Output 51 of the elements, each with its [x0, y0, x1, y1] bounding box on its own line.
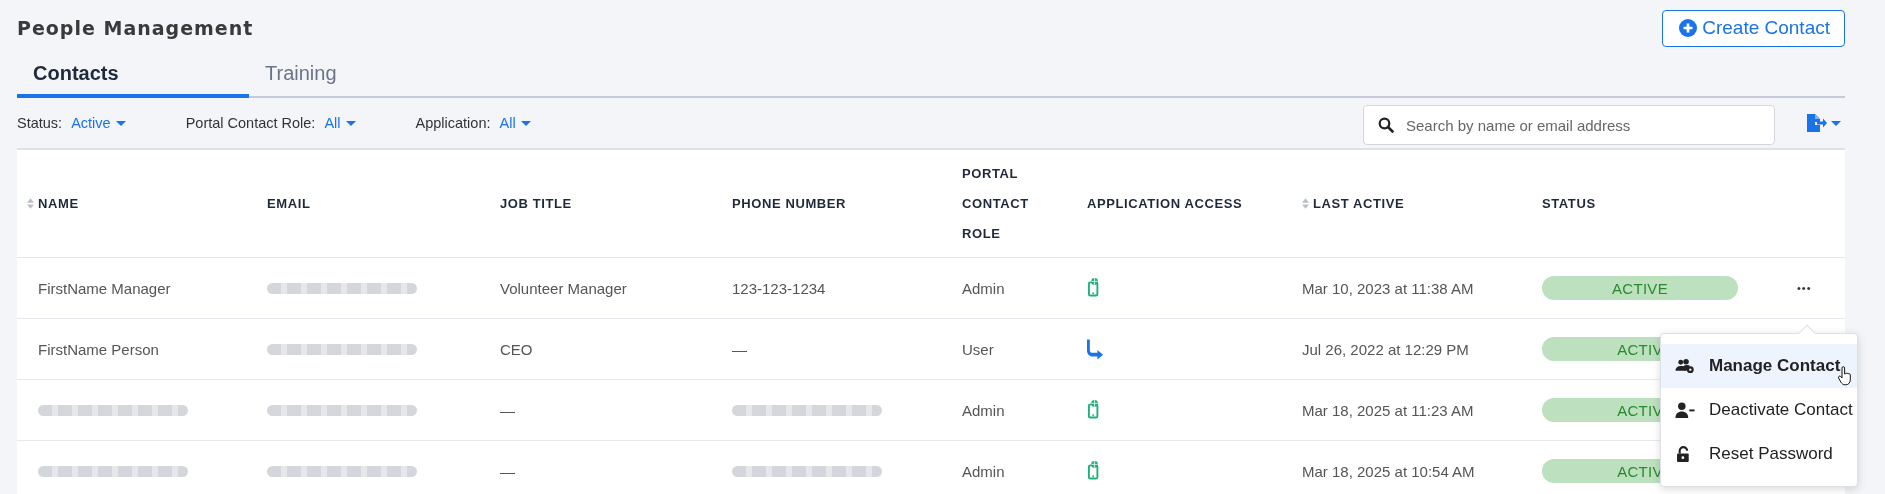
table-cell: 123-123-1234 [732, 279, 826, 297]
table-cell: FirstName Person [38, 340, 159, 358]
table-cell: — [500, 401, 515, 419]
table-cell: User [962, 340, 994, 358]
table-cell: Jul 26, 2022 at 12:29 PM [1302, 340, 1469, 358]
sort-icon[interactable] [1302, 198, 1309, 209]
sort-icon[interactable] [27, 198, 34, 209]
curved-arrow-icon [1087, 338, 1104, 360]
filter-label: Portal Contact Role: [185, 115, 316, 131]
table-cell: Mar 18, 2025 at 10:54 AM [1302, 462, 1475, 480]
menu-item[interactable]: Manage Contact [1661, 344, 1857, 388]
table-cell: — [500, 462, 515, 480]
caret-icon [1831, 120, 1841, 126]
column-header: PHONE NUMBER [732, 194, 847, 213]
search-field[interactable]: Search by name or email address [1363, 105, 1775, 145]
users-gear-icon [1675, 357, 1695, 375]
tab[interactable]: Contacts [17, 52, 249, 98]
plus-circle-icon [1679, 19, 1698, 37]
filter-dropdown[interactable]: All [324, 115, 356, 131]
table-cell: Admin [962, 462, 1005, 480]
search-icon [1378, 117, 1394, 133]
user-minus-icon [1675, 401, 1695, 419]
page-title: People Management [17, 17, 254, 39]
filter-label: Status: [17, 115, 63, 131]
export-button[interactable] [1805, 113, 1841, 133]
table-cell: Volunteer Manager [500, 279, 627, 297]
filter-label: Application: [415, 115, 491, 131]
more-button[interactable]: ••• [1797, 282, 1812, 294]
table-cell: CEO [500, 340, 533, 358]
column-header: APPLICATION ACCESS [1087, 194, 1243, 213]
table-cell: — [732, 340, 747, 358]
table-cell: Mar 18, 2025 at 11:23 AM [1302, 401, 1474, 419]
column-header: LAST ACTIVE [1313, 194, 1405, 213]
caret-icon [115, 120, 126, 126]
status-badge: ACTIVE [1542, 276, 1738, 300]
column-header: PORTAL CONTACT ROLE [962, 164, 1030, 243]
filter-dropdown[interactable]: Active [71, 115, 126, 131]
tab[interactable]: Training [249, 52, 481, 98]
file-export-icon [1805, 113, 1827, 133]
filter-dropdown[interactable]: All [499, 115, 531, 131]
column-header: EMAIL [267, 194, 311, 213]
table-cell: Admin [962, 279, 1005, 297]
create-contact-button[interactable]: Create Contact [1662, 9, 1845, 47]
caret-icon [520, 120, 531, 126]
table-cell: FirstName Manager [38, 279, 171, 297]
column-header: STATUS [1542, 194, 1596, 213]
column-header: NAME [38, 194, 79, 213]
table-cell: Mar 10, 2023 at 11:38 AM [1302, 279, 1474, 297]
table-cell: Admin [962, 401, 1005, 419]
column-header: JOB TITLE [500, 194, 572, 213]
caret-icon [345, 120, 356, 126]
